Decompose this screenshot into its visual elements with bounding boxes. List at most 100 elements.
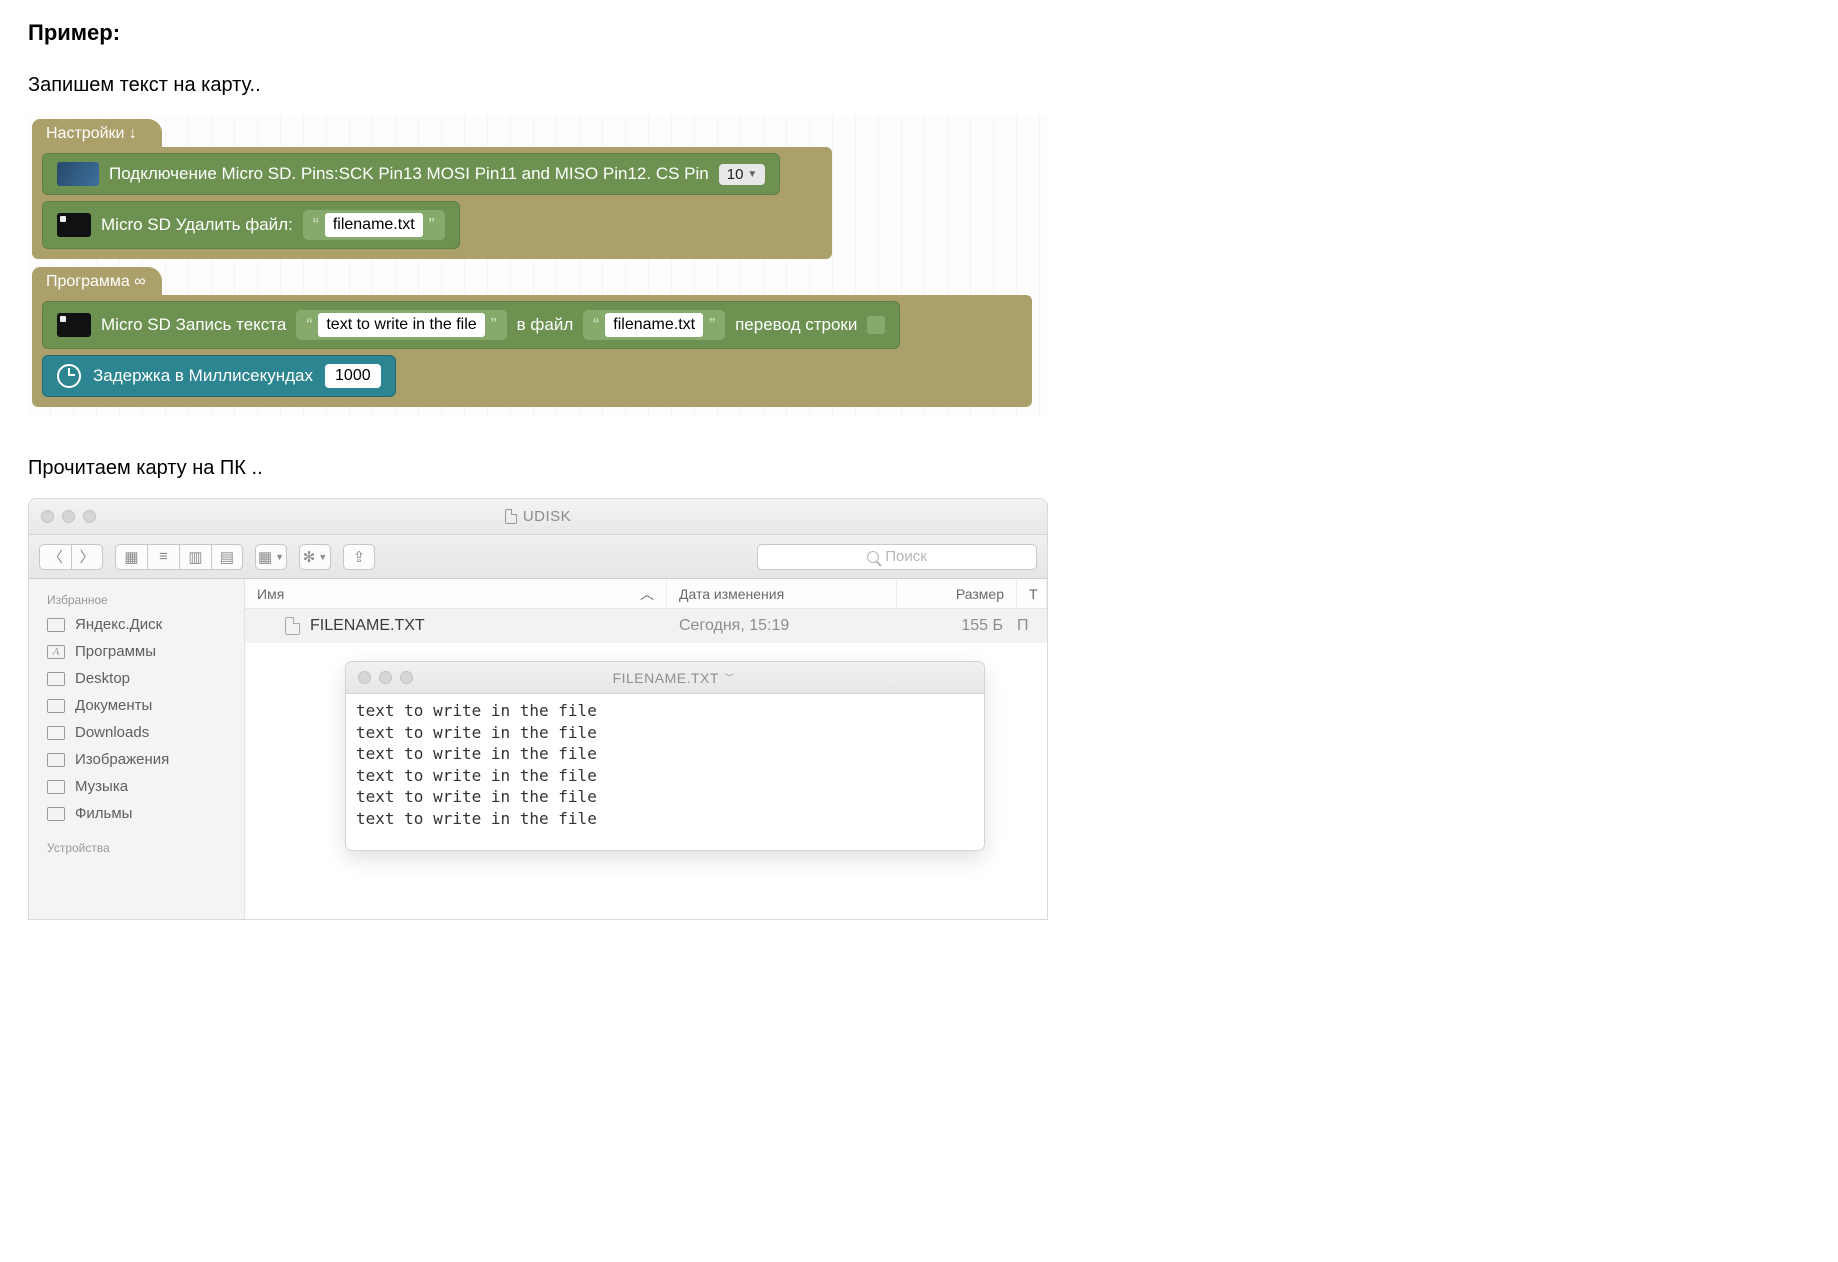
sidebar-item-music[interactable]: Музыка — [29, 773, 244, 800]
action-button[interactable]: ✻▼ — [299, 544, 331, 570]
col-date[interactable]: Дата изменения — [667, 579, 897, 608]
file-kind: П — [1017, 617, 1047, 635]
sidebar-item-label: Программы — [75, 643, 156, 660]
cs-pin-value: 10 — [727, 166, 744, 183]
arrange-button[interactable]: ▦▼ — [255, 544, 287, 570]
sidebar-item-label: Яндекс.Диск — [75, 616, 162, 633]
delay-block[interactable]: Задержка в Миллисекундах 1000 — [42, 355, 396, 397]
sd-delete-label: Micro SD Удалить файл: — [101, 215, 293, 235]
example-heading: Пример: — [28, 20, 1810, 46]
sidebar-item-apps[interactable]: Программы — [29, 638, 244, 665]
sd-connect-label: Подключение Micro SD. Pins:SCK Pin13 MOS… — [109, 164, 709, 184]
sidebar-item-yandex[interactable]: Яндекс.Диск — [29, 611, 244, 638]
sd-connect-block[interactable]: Подключение Micro SD. Pins:SCK Pin13 MOS… — [42, 153, 780, 195]
sidebar-item-downloads[interactable]: Downloads — [29, 719, 244, 746]
target-file-slot[interactable]: filename.txt — [583, 310, 725, 340]
sort-asc-icon: ︿ — [640, 584, 654, 604]
texteditor-window: FILENAME.TXT ﹀ text to write in the file… — [345, 661, 985, 851]
finder-title: UDISK — [523, 508, 571, 525]
applications-icon — [47, 645, 65, 659]
col-kind[interactable]: Т — [1017, 579, 1047, 608]
gallery-view-button[interactable]: ▤ — [211, 544, 243, 570]
chevron-down-icon[interactable]: ﹀ — [725, 671, 735, 684]
sidebar-item-label: Документы — [75, 697, 152, 714]
forward-button[interactable]: 〉 — [71, 544, 103, 570]
blocks-canvas: Настройки ↓ Подключение Micro SD. Pins:S… — [28, 115, 1048, 417]
sd-card-icon — [57, 213, 91, 237]
downloads-icon — [47, 726, 65, 740]
document-icon — [285, 617, 300, 635]
nav-buttons: 〈 〉 — [39, 544, 103, 570]
finder-window: UDISK 〈 〉 ▦ ≡ ▥ ▤ ▦▼ ✻▼ ⇪ Поиск Избранно… — [28, 498, 1048, 920]
sidebar-item-pictures[interactable]: Изображения — [29, 746, 244, 773]
desktop-icon — [47, 672, 65, 686]
volume-icon — [505, 509, 517, 524]
folder-icon — [47, 618, 65, 632]
search-input[interactable]: Поиск — [757, 544, 1037, 570]
sd-delete-block[interactable]: Micro SD Удалить файл: filename.txt — [42, 201, 460, 249]
delay-label: Задержка в Миллисекундах — [93, 366, 313, 386]
sidebar-heading-devices: Устройства — [29, 837, 244, 859]
close-icon[interactable] — [41, 510, 54, 523]
newline-label: перевод строки — [735, 315, 857, 335]
sidebar-item-label: Изображения — [75, 751, 169, 768]
sidebar-heading-favorites: Избранное — [29, 589, 244, 611]
sidebar-item-desktop[interactable]: Desktop — [29, 665, 244, 692]
cs-pin-dropdown[interactable]: 10 ▼ — [719, 164, 766, 185]
sidebar-item-label: Музыка — [75, 778, 128, 795]
share-button[interactable]: ⇪ — [343, 544, 375, 570]
texteditor-body[interactable]: text to write in the file text to write … — [346, 694, 984, 850]
table-row[interactable]: FILENAME.TXT Сегодня, 15:19 155 Б П — [245, 609, 1047, 643]
document-icon — [596, 671, 607, 685]
texteditor-titlebar[interactable]: FILENAME.TXT ﹀ — [346, 662, 984, 694]
sd-card-icon — [57, 313, 91, 337]
write-text-value: text to write in the file — [318, 313, 484, 337]
file-listing: Имя︿ Дата изменения Размер Т FILENAME.TX… — [245, 579, 1047, 919]
file-size: 155 Б — [897, 617, 1017, 635]
view-buttons: ▦ ≡ ▥ ▤ — [115, 544, 243, 570]
target-file-value: filename.txt — [605, 313, 703, 337]
column-view-button[interactable]: ▥ — [179, 544, 211, 570]
sidebar-item-movies[interactable]: Фильмы — [29, 800, 244, 827]
loop-hat[interactable]: Программа ∞ — [32, 267, 162, 295]
caption-write: Запишем текст на карту.. — [28, 74, 1810, 97]
movies-icon — [47, 807, 65, 821]
minimize-icon[interactable] — [62, 510, 75, 523]
finder-toolbar: 〈 〉 ▦ ≡ ▥ ▤ ▦▼ ✻▼ ⇪ Поиск — [29, 535, 1047, 579]
to-file-label: в файл — [517, 315, 574, 335]
setup-stack: Подключение Micro SD. Pins:SCK Pin13 MOS… — [32, 147, 832, 259]
window-controls[interactable] — [358, 671, 413, 684]
zoom-icon[interactable] — [400, 671, 413, 684]
finder-sidebar: Избранное Яндекс.Диск Программы Desktop … — [29, 579, 245, 919]
search-icon — [867, 551, 879, 563]
col-name[interactable]: Имя︿ — [245, 579, 667, 608]
sidebar-item-label: Desktop — [75, 670, 130, 687]
sidebar-item-documents[interactable]: Документы — [29, 692, 244, 719]
sd-write-label: Micro SD Запись текста — [101, 315, 286, 335]
texteditor-title: FILENAME.TXT — [613, 670, 719, 686]
icon-view-button[interactable]: ▦ — [115, 544, 147, 570]
delay-value-input[interactable]: 1000 — [325, 364, 381, 388]
delete-filename-slot[interactable]: filename.txt — [303, 210, 445, 240]
back-button[interactable]: 〈 — [39, 544, 71, 570]
newline-checkbox[interactable] — [867, 316, 885, 334]
file-name: FILENAME.TXT — [310, 617, 425, 635]
column-headers: Имя︿ Дата изменения Размер Т — [245, 579, 1047, 609]
setup-hat[interactable]: Настройки ↓ — [32, 119, 162, 147]
chevron-down-icon: ▼ — [747, 169, 757, 180]
minimize-icon[interactable] — [379, 671, 392, 684]
write-text-slot[interactable]: text to write in the file — [296, 310, 506, 340]
window-controls[interactable] — [41, 510, 96, 523]
zoom-icon[interactable] — [83, 510, 96, 523]
sd-write-block[interactable]: Micro SD Запись текста text to write in … — [42, 301, 900, 349]
list-view-button[interactable]: ≡ — [147, 544, 179, 570]
pictures-icon — [47, 753, 65, 767]
finder-titlebar[interactable]: UDISK — [29, 499, 1047, 535]
close-icon[interactable] — [358, 671, 371, 684]
sidebar-item-label: Downloads — [75, 724, 149, 741]
timer-icon — [57, 364, 81, 388]
loop-stack: Micro SD Запись текста text to write in … — [32, 295, 1032, 407]
col-size[interactable]: Размер — [897, 579, 1017, 608]
search-placeholder: Поиск — [885, 548, 927, 565]
music-icon — [47, 780, 65, 794]
